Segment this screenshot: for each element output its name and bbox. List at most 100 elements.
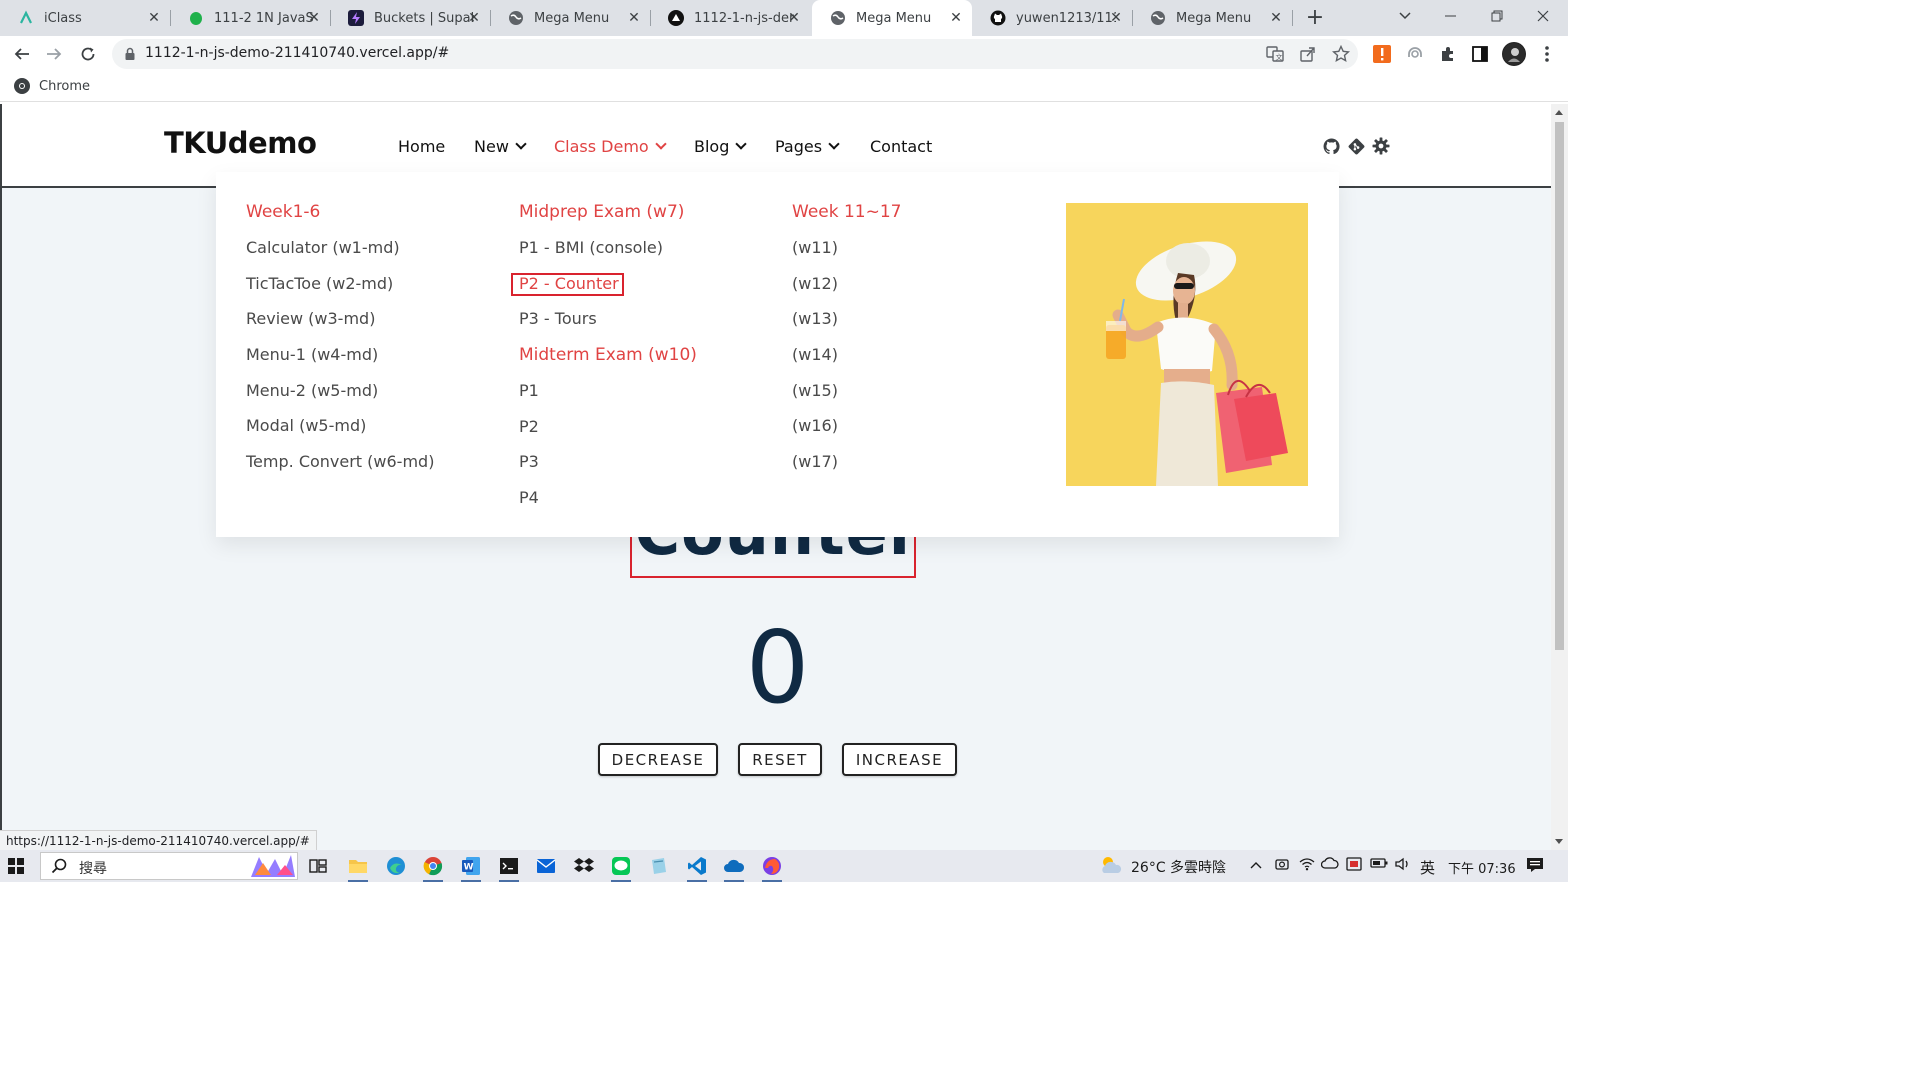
tab-mega-menu-active[interactable]: Mega Menu ✕	[812, 0, 972, 36]
menu-link-w11[interactable]: (w11)	[792, 238, 902, 274]
menu-link-calculator[interactable]: Calculator (w1-md)	[246, 238, 434, 274]
close-icon[interactable]: ✕	[144, 8, 164, 28]
minimize-button[interactable]	[1428, 0, 1474, 32]
scroll-up-arrow-icon[interactable]	[1555, 110, 1563, 115]
page-scrollbar[interactable]	[1551, 104, 1568, 850]
battery-icon[interactable]	[1370, 857, 1388, 873]
tab-vercel[interactable]: 1112-1-n-js-dem ✕	[650, 0, 810, 36]
menu-link-midterm-p3[interactable]: P3	[519, 452, 697, 488]
site-logo[interactable]: TKUdemo	[164, 126, 317, 160]
forward-button[interactable]	[40, 40, 68, 68]
ime-indicator[interactable]: 英	[1420, 857, 1435, 878]
screen-capture-icon[interactable]	[1346, 857, 1362, 875]
close-icon[interactable]: ✕	[946, 8, 966, 28]
cloud-sync-icon[interactable]	[1320, 857, 1339, 873]
side-panel-icon[interactable]	[1470, 44, 1490, 64]
new-tab-button[interactable]: +	[1302, 6, 1328, 32]
scroll-down-arrow-icon[interactable]	[1555, 839, 1563, 844]
firefox-dev-icon[interactable]	[760, 854, 784, 882]
share-icon[interactable]	[1298, 44, 1318, 64]
menu-link-temp-convert[interactable]: Temp. Convert (w6-md)	[246, 452, 434, 488]
wifi-icon[interactable]	[1299, 857, 1315, 875]
gear-icon[interactable]	[1372, 137, 1390, 155]
menu-link-midterm-p1[interactable]: P1	[519, 381, 697, 417]
more-menu-icon[interactable]	[1537, 44, 1557, 64]
menu-link-menu-1[interactable]: Menu-1 (w4-md)	[246, 345, 434, 381]
menu-link-modal[interactable]: Modal (w5-md)	[246, 416, 434, 452]
close-icon[interactable]: ✕	[464, 8, 484, 28]
menu-link-p1-bmi[interactable]: P1 - BMI (console)	[519, 238, 697, 274]
tab-mega-menu-3[interactable]: Mega Menu ✕	[1132, 0, 1292, 36]
nav-home[interactable]: Home	[398, 137, 445, 156]
close-icon[interactable]: ✕	[624, 8, 644, 28]
menu-link-w13[interactable]: (w13)	[792, 309, 902, 345]
weather-cloudy-icon[interactable]	[1098, 854, 1124, 880]
tray-overflow-chevron-icon[interactable]	[1250, 857, 1262, 873]
reload-button[interactable]	[74, 40, 102, 68]
close-icon[interactable]: ✕	[1266, 8, 1286, 28]
menu-link-menu-2[interactable]: Menu-2 (w5-md)	[246, 381, 434, 417]
notes-app-icon[interactable]	[647, 854, 671, 878]
menu-link-w15[interactable]: (w15)	[792, 381, 902, 417]
menu-link-p3-tours[interactable]: P3 - Tours	[519, 309, 697, 345]
onedrive-icon[interactable]	[722, 854, 746, 882]
chrome-taskbar-icon[interactable]	[421, 854, 445, 882]
file-explorer-icon[interactable]	[346, 854, 370, 882]
taskbar-search-box[interactable]: 搜尋	[40, 852, 298, 880]
close-icon[interactable]: ✕	[304, 8, 324, 28]
github-icon[interactable]	[1322, 137, 1340, 155]
tab-search-chevron-icon[interactable]	[1382, 0, 1428, 32]
tab-iclass[interactable]: iClass ✕	[0, 0, 170, 36]
windows-start-icon[interactable]	[8, 858, 24, 874]
reset-button[interactable]: RESET	[738, 743, 822, 776]
edge-browser-icon[interactable]	[384, 854, 408, 878]
camera-tray-icon[interactable]	[1274, 857, 1290, 875]
task-view-icon[interactable]	[306, 854, 330, 878]
word-icon[interactable]: W	[459, 854, 483, 882]
increase-button[interactable]: INCREASE	[842, 743, 957, 776]
mail-icon[interactable]	[534, 854, 558, 878]
menu-link-midterm-p2[interactable]: P2	[519, 417, 697, 453]
close-icon[interactable]: ✕	[1106, 8, 1126, 28]
tab-mega-menu-1[interactable]: Mega Menu ✕	[490, 0, 650, 36]
profile-avatar[interactable]	[1502, 42, 1526, 66]
menu-link-w12[interactable]: (w12)	[792, 274, 902, 310]
line-icon[interactable]	[609, 854, 633, 882]
extension-alert-icon[interactable]	[1372, 44, 1392, 64]
menu-link-midterm-p4[interactable]: P4	[519, 488, 697, 524]
bookmark-star-icon[interactable]	[1331, 44, 1351, 64]
back-button[interactable]	[8, 40, 36, 68]
menu-link-review[interactable]: Review (w3-md)	[246, 309, 434, 345]
extension-headphones-icon[interactable]	[1405, 44, 1425, 64]
address-bar[interactable]: 1112-1-n-js-demo-211410740.vercel.app/# …	[112, 39, 1358, 69]
notifications-icon[interactable]	[1526, 857, 1544, 877]
scroll-thumb[interactable]	[1555, 122, 1564, 650]
tab-javascript[interactable]: 111-2 1N JavaSc ✕	[170, 0, 330, 36]
close-icon[interactable]: ✕	[784, 8, 804, 28]
menu-link-tictactoe[interactable]: TicTacToe (w2-md)	[246, 274, 434, 310]
git-icon[interactable]	[1347, 137, 1365, 155]
translate-icon[interactable]: 文	[1265, 44, 1285, 64]
menu-link-w14[interactable]: (w14)	[792, 345, 902, 381]
terminal-icon[interactable]	[497, 854, 521, 882]
close-window-button[interactable]	[1520, 0, 1566, 32]
nav-class-demo[interactable]: Class Demo	[554, 137, 667, 156]
extensions-puzzle-icon[interactable]	[1438, 44, 1458, 64]
volume-icon[interactable]	[1394, 857, 1412, 875]
bookmark-chrome[interactable]: Chrome	[14, 78, 90, 94]
decrease-button[interactable]: DECREASE	[598, 743, 718, 776]
clock-time[interactable]: 下午 07:36	[1448, 858, 1516, 877]
nav-contact[interactable]: Contact	[870, 137, 932, 156]
vscode-icon[interactable]	[685, 854, 709, 882]
tab-github[interactable]: yuwen1213/111 ✕	[972, 0, 1132, 36]
dropbox-icon[interactable]	[572, 854, 596, 878]
nav-new[interactable]: New	[474, 137, 527, 156]
weather-text[interactable]: 26°C 多雲時陰	[1131, 857, 1226, 877]
url-text[interactable]: 1112-1-n-js-demo-211410740.vercel.app/#	[145, 45, 449, 61]
restore-button[interactable]	[1474, 0, 1520, 32]
nav-blog[interactable]: Blog	[694, 137, 748, 156]
menu-link-w16[interactable]: (w16)	[792, 416, 902, 452]
lock-icon[interactable]	[122, 46, 138, 62]
nav-pages[interactable]: Pages	[775, 137, 840, 156]
tab-supabase[interactable]: Buckets | Supaba ✕	[330, 0, 490, 36]
